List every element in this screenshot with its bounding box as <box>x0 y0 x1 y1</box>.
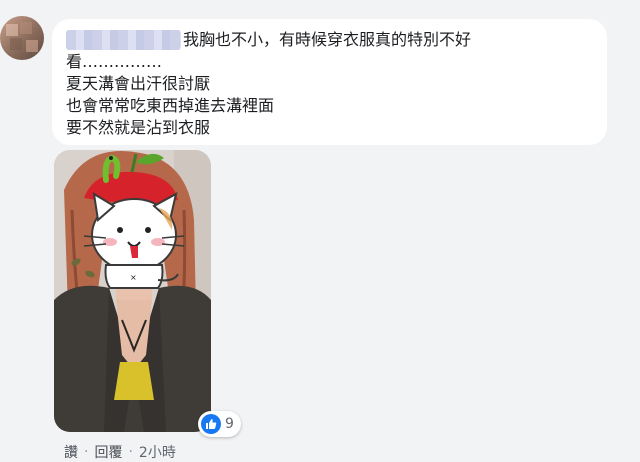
separator-dot: · <box>128 444 133 460</box>
separator-dot: · <box>84 444 89 460</box>
thumbs-up-icon <box>201 414 221 434</box>
comment-text-line: 看…………… <box>66 52 163 71</box>
commenter-name-blurred[interactable] <box>66 30 181 50</box>
comment-text-line: 夏天溝會出汗很討厭 <box>66 74 211 93</box>
comment-text-line: 也會常常吃東西掉進去溝裡面 <box>66 96 275 115</box>
comment-bubble: 我胸也不小，有時候穿衣服真的特別不好 看…………… 夏天溝會出汗很討厭 也會常常… <box>52 19 607 145</box>
svg-text:×: × <box>130 273 137 282</box>
comment-timestamp[interactable]: 2小時 <box>139 442 176 462</box>
like-link[interactable]: 讚 <box>64 442 78 462</box>
comment-text-line: 要不然就是沾到衣服 <box>66 118 211 137</box>
comment-text-line: 我胸也不小，有時候穿衣服真的特別不好 <box>183 30 472 49</box>
reaction-summary[interactable]: 9 <box>198 411 241 437</box>
comment-actions: 讚 · 回覆 · 2小時 <box>64 442 176 462</box>
comment-photo[interactable]: × <box>54 150 211 432</box>
commenter-avatar[interactable] <box>0 16 44 60</box>
reply-link[interactable]: 回覆 <box>94 442 122 462</box>
photo-illustration: × <box>54 150 211 432</box>
reaction-count: 9 <box>225 416 234 432</box>
